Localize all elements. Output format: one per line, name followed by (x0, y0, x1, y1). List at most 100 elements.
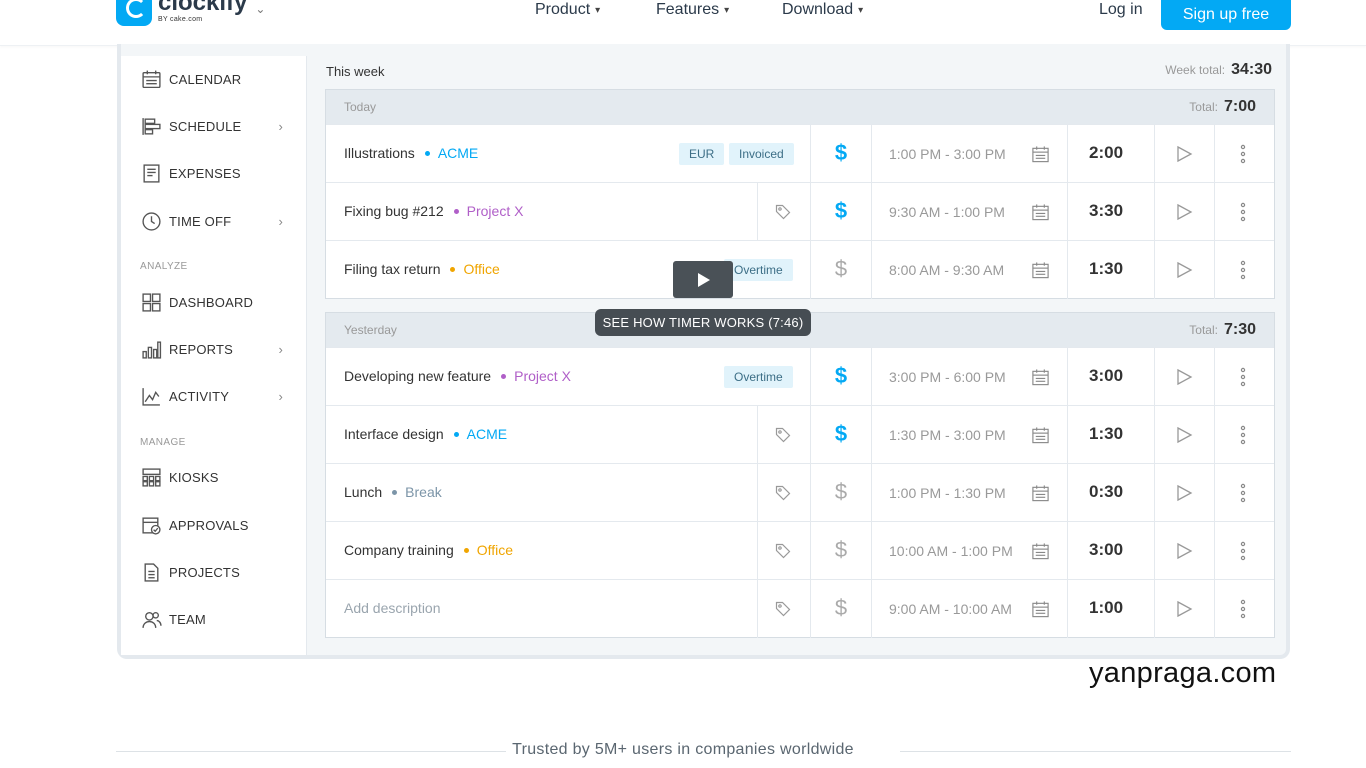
entry-project[interactable]: ACME (453, 426, 507, 442)
more-options-icon[interactable] (1240, 144, 1246, 164)
time-range[interactable]: 1:00 PM - 3:00 PM (889, 146, 1006, 162)
more-options-icon[interactable] (1240, 367, 1246, 387)
sidebar: CALENDAR SCHEDULE › EXPENSES TIME OFF › … (121, 56, 307, 655)
billable-dollar-icon[interactable]: $ (833, 537, 849, 563)
entry-duration[interactable]: 2:00 (1089, 143, 1123, 163)
sidebar-item-schedule[interactable]: SCHEDULE › (141, 114, 283, 138)
sidebar-item-time-off[interactable]: TIME OFF › (141, 209, 283, 233)
entry-duration[interactable]: 0:30 (1089, 482, 1123, 502)
chevron-down-icon[interactable]: ⌄ (255, 2, 265, 16)
time-range[interactable]: 9:00 AM - 10:00 AM (889, 601, 1012, 617)
tag-icon[interactable] (775, 543, 791, 559)
billable-dollar-icon[interactable]: $ (833, 363, 849, 389)
video-play-button[interactable] (673, 261, 733, 298)
nav-features[interactable]: Features ▾ (656, 0, 729, 20)
entry-description[interactable]: Lunch Break (344, 484, 442, 500)
play-icon[interactable] (1175, 368, 1193, 386)
billable-dollar-icon[interactable]: $ (833, 256, 849, 282)
play-icon[interactable] (1175, 203, 1193, 221)
entry-duration[interactable]: 3:30 (1089, 201, 1123, 221)
divider (1067, 348, 1068, 406)
sidebar-item-team[interactable]: TEAM (141, 607, 281, 631)
video-tooltip[interactable]: SEE HOW TIMER WORKS (7:46) (595, 309, 811, 336)
entry-duration[interactable]: 3:00 (1089, 366, 1123, 386)
time-entry-row: Interface design ACME $1:30 PM - 3:00 PM 1:… (326, 405, 1274, 464)
entry-duration[interactable]: 3:00 (1089, 540, 1123, 560)
play-icon[interactable] (1175, 261, 1193, 279)
login-link[interactable]: Log in (1099, 0, 1143, 20)
play-icon[interactable] (1175, 145, 1193, 163)
calendar-icon[interactable] (1031, 145, 1050, 164)
calendar-icon[interactable] (1031, 261, 1050, 280)
sidebar-item-expenses[interactable]: EXPENSES (141, 161, 281, 185)
billable-dollar-icon[interactable]: $ (833, 479, 849, 505)
sidebar-item-projects[interactable]: PROJECTS (141, 560, 281, 584)
play-icon[interactable] (1175, 484, 1193, 502)
sidebar-item-calendar[interactable]: CALENDAR (141, 67, 281, 91)
tag-icon[interactable] (775, 485, 791, 501)
calendar-icon[interactable] (1031, 368, 1050, 387)
calendar-icon[interactable] (1031, 600, 1050, 619)
tag-icon[interactable] (775, 204, 791, 220)
divider (871, 464, 872, 522)
play-icon[interactable] (1175, 542, 1193, 560)
time-range[interactable]: 9:30 AM - 1:00 PM (889, 204, 1005, 220)
entry-duration[interactable]: 1:30 (1089, 259, 1123, 279)
more-options-icon[interactable] (1240, 202, 1246, 222)
expenses-icon (143, 163, 160, 183)
more-options-icon[interactable] (1240, 599, 1246, 619)
more-options-icon[interactable] (1240, 260, 1246, 280)
entry-description[interactable]: Fixing bug #212 Project X (344, 203, 523, 219)
divider (757, 183, 758, 241)
time-range[interactable]: 3:00 PM - 6:00 PM (889, 369, 1006, 385)
entry-duration[interactable]: 1:30 (1089, 424, 1123, 444)
billable-dollar-icon[interactable]: $ (833, 421, 849, 447)
entry-description[interactable]: Company training Office (344, 542, 513, 558)
play-icon[interactable] (1175, 600, 1193, 618)
tag-icon[interactable] (775, 601, 791, 617)
entry-project-label: ACME (437, 145, 479, 161)
sidebar-item-dashboard[interactable]: DASHBOARD (141, 290, 281, 314)
entry-description[interactable]: Illustrations ACME (344, 145, 478, 161)
sidebar-item-approvals[interactable]: APPROVALS (141, 513, 281, 537)
entry-project[interactable]: Office (463, 542, 513, 558)
play-icon[interactable] (1175, 426, 1193, 444)
billable-dollar-icon[interactable]: $ (833, 140, 849, 166)
divider (1154, 464, 1155, 522)
entry-description[interactable]: Interface design ACME (344, 426, 507, 442)
entry-project[interactable]: Project X (453, 203, 523, 219)
more-options-icon[interactable] (1240, 541, 1246, 561)
entry-project[interactable]: Office (450, 261, 500, 277)
time-range[interactable]: 1:00 PM - 1:30 PM (889, 485, 1006, 501)
entry-description[interactable]: Developing new feature Project X (344, 368, 571, 384)
nav-product[interactable]: Product ▾ (535, 0, 600, 20)
entry-duration[interactable]: 1:00 (1089, 598, 1123, 618)
section-manage: MANAGE (140, 437, 186, 448)
time-range[interactable]: 8:00 AM - 9:30 AM (889, 262, 1004, 278)
time-range[interactable]: 1:30 PM - 3:00 PM (889, 427, 1006, 443)
entry-project[interactable]: Break (392, 484, 442, 500)
time-range[interactable]: 10:00 AM - 1:00 PM (889, 543, 1013, 559)
tag-icon[interactable] (775, 427, 791, 443)
nav-download[interactable]: Download ▾ (782, 0, 863, 20)
sidebar-item-activity[interactable]: ACTIVITY › (141, 384, 283, 408)
billable-dollar-icon[interactable]: $ (833, 595, 849, 621)
billable-dollar-icon[interactable]: $ (833, 198, 849, 224)
entry-description[interactable]: Filing tax return Office (344, 261, 500, 277)
entry-project[interactable]: Project X (501, 368, 571, 384)
entry-project[interactable]: ACME (424, 145, 479, 161)
more-options-icon[interactable] (1240, 425, 1246, 445)
sidebar-item-reports[interactable]: REPORTS › (141, 337, 283, 361)
calendar-icon[interactable] (1031, 542, 1050, 561)
clockify-logo[interactable]: clockify BY cake.com ⌄ (116, 0, 265, 26)
signup-button[interactable]: Sign up free (1161, 0, 1291, 30)
divider (810, 406, 811, 464)
more-options-icon[interactable] (1240, 483, 1246, 503)
calendar-icon[interactable] (1031, 484, 1050, 503)
calendar-icon[interactable] (1031, 203, 1050, 222)
divider (871, 125, 872, 183)
divider (1067, 241, 1068, 299)
sidebar-item-kiosks[interactable]: KIOSKS (141, 465, 281, 489)
add-description-input[interactable]: Add description (344, 600, 441, 616)
calendar-icon[interactable] (1031, 426, 1050, 445)
